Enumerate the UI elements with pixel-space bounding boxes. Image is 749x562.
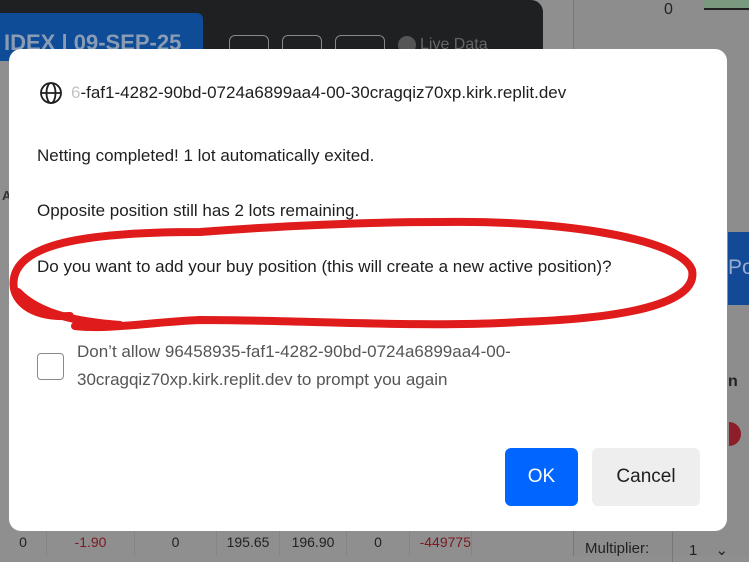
axis-value: 0 [664, 1, 673, 18]
ok-button[interactable]: OK [505, 448, 578, 506]
cell: 0 [0, 531, 47, 556]
cell: 195.65 [217, 531, 280, 556]
globe-icon [40, 82, 62, 104]
multiplier-label: Multiplier: [585, 540, 650, 557]
chart-bar [704, 0, 749, 10]
dont-allow-checkbox[interactable] [37, 352, 64, 380]
cell: 0 [347, 531, 410, 556]
message-line: Do you want to add your buy position (th… [37, 257, 612, 276]
table-row: 0 -1.90 0 195.65 196.90 0 -449775 [0, 531, 573, 556]
positions-button[interactable]: Po [728, 232, 749, 305]
dialog-origin: 6 -faf1-4282-90bd-0724a6899aa4-00-30cragq… [39, 81, 566, 105]
origin-faded: 6 [71, 83, 81, 102]
message-line: Opposite position still has 2 lots remai… [37, 201, 360, 220]
confirm-dialog: 6 -faf1-4282-90bd-0724a6899aa4-00-30cragq… [9, 49, 727, 531]
message-line: Netting completed! 1 lot automatically e… [37, 146, 375, 165]
column-header: n [728, 373, 738, 390]
cancel-button[interactable]: Cancel [592, 448, 700, 506]
cell: 0 [135, 531, 217, 556]
multiplier-select[interactable]: 1 ⌄ [672, 532, 749, 562]
cell: -449775 [410, 531, 472, 556]
chevron-down-icon: ⌄ [715, 542, 729, 559]
origin-text: -faf1-4282-90bd-0724a6899aa4-00-30cragqi… [80, 83, 567, 102]
cell: 196.90 [280, 531, 347, 556]
cell: -1.90 [47, 531, 135, 556]
dont-allow-label[interactable]: Don’t allow 96458935-faf1-4282-90bd-0724… [77, 338, 707, 394]
multiplier-value: 1 [689, 542, 698, 559]
